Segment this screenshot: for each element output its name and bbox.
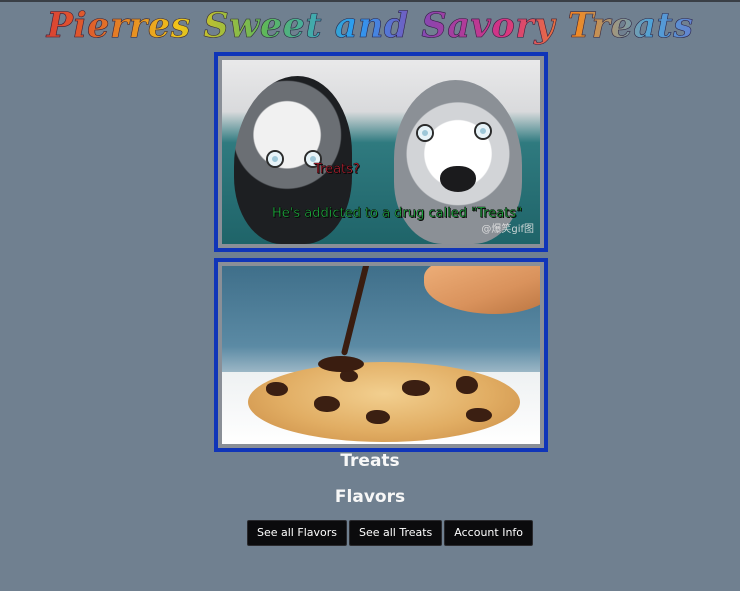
account-info-button[interactable]: Account Info [444,520,534,546]
chocolate-chip [466,408,492,422]
chocolate-chip [314,396,340,412]
hand-with-chocolate [424,266,540,314]
husky-eye [418,126,432,140]
top-rule [0,0,740,2]
flavors-heading: Flavors [334,487,406,507]
husky-eye [268,152,282,166]
dogs-gif-image: Treats? He's addicted to a drug called "… [222,60,540,244]
chocolate-drizzle [340,266,370,356]
treats-question-caption: Treats? [314,162,360,178]
addicted-caption: He's addicted to a drug called "Treats" [272,206,523,222]
chocolate-chip-cookie [248,362,520,442]
image-gallery: Treats? He's addicted to a drug called "… [214,52,548,452]
chocolate-chip [266,382,288,396]
see-all-flavors-button[interactable]: See all Flavors [247,520,347,546]
treats-heading: Treats [340,451,400,471]
chocolate-chip [402,380,430,396]
gif-watermark: @爆笑gif图 [481,224,534,235]
dogs-image-frame: Treats? He's addicted to a drug called "… [214,52,548,252]
chocolate-chip [366,410,390,424]
chocolate-pool [318,356,364,372]
site-title: Pierres Sweet and Savory Treats [0,4,740,48]
husky-nose [440,166,476,192]
cookie-gif-image [222,266,540,444]
husky-eye [476,124,490,138]
cookie-image-frame [214,258,548,452]
see-all-treats-button[interactable]: See all Treats [348,520,443,546]
chocolate-chip [456,376,478,394]
nav-button-row: See all Flavors See all Treats Account I… [247,520,534,546]
